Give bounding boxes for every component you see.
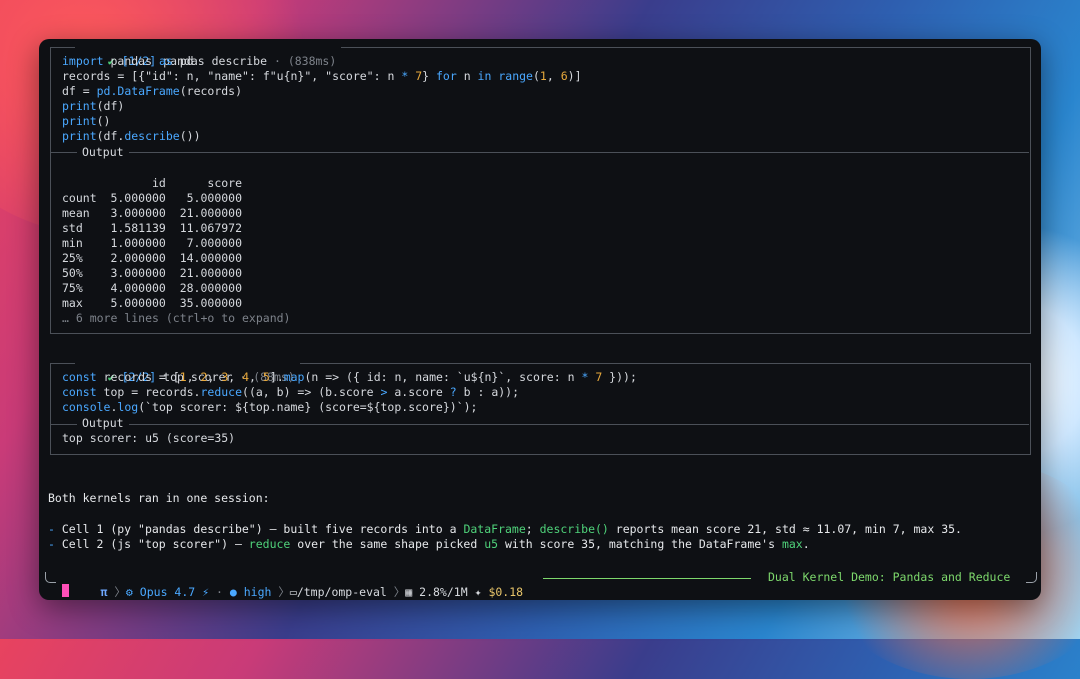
- cwd-path[interactable]: /tmp/omp-eval: [297, 585, 387, 599]
- output-line: top scorer: u5 (score=35): [62, 431, 236, 445]
- model-icon: ⚙: [125, 585, 133, 599]
- window-icon: ▦: [405, 585, 413, 599]
- output-line: count 5.000000 5.000000: [62, 191, 243, 205]
- code-line: print(df): [62, 99, 125, 113]
- output-separator: [51, 424, 1029, 425]
- wand-icon: ✦: [474, 585, 482, 599]
- session-title: Dual Kernel Demo: Pandas and Reduce: [768, 570, 1011, 584]
- summary-heading: Both kernels ran in one session:: [48, 491, 270, 505]
- output-line: 50% 3.000000 21.000000: [62, 266, 243, 280]
- code-line: const top = records.reduce((a, b) => (b.…: [62, 385, 520, 399]
- output-line: std 1.581139 11.067972: [62, 221, 243, 235]
- output-line: 75% 4.000000 28.000000: [62, 281, 243, 295]
- code-line: print(df.describe()): [62, 129, 201, 143]
- output-label: Output: [77, 145, 129, 160]
- output-separator: [51, 152, 1029, 153]
- code-line: console.log(`top scorer: ${top.name} (sc…: [62, 400, 478, 414]
- output-line: 25% 2.000000 14.000000: [62, 251, 243, 265]
- model-name[interactable]: Opus 4.7: [140, 585, 195, 599]
- frame-corner-right: [1026, 572, 1037, 583]
- code-line: df = pd.DataFrame(records): [62, 84, 243, 98]
- status-divider: [543, 578, 751, 579]
- summary-bullet: - Cell 2 (js "top scorer") — reduce over…: [48, 537, 810, 551]
- output-label: Output: [77, 416, 129, 431]
- folder-icon: ▭: [289, 585, 297, 599]
- session-cost: $0.18: [488, 585, 524, 599]
- output-line: mean 3.000000 21.000000: [62, 206, 243, 220]
- expand-hint[interactable]: … 6 more lines (ctrl+o to expand): [62, 311, 290, 326]
- code-line: records = [{"id": n, "name": f"u{n}", "s…: [62, 69, 582, 83]
- code-line: print(): [62, 114, 111, 128]
- frame-corner-left: [45, 572, 56, 583]
- effort-level[interactable]: high: [244, 585, 272, 599]
- context-usage: 2.8%/1M: [419, 585, 468, 599]
- output-line: min 1.000000 7.000000: [62, 236, 243, 250]
- status-bar: π 〉⚙ Opus 4.7 ⚡ · ● high 〉▭/tmp/omp-eval…: [45, 570, 1037, 599]
- terminal-window[interactable]: ✔ [1/2] pandas describe · (838ms) import…: [39, 39, 1041, 600]
- pi-logo-icon: π: [100, 585, 108, 599]
- summary-bullet: - Cell 1 (py "pandas describe") — built …: [48, 522, 962, 536]
- output-line: max 5.000000 35.000000: [62, 296, 243, 310]
- cell-time: (838ms): [287, 54, 337, 68]
- code-line: const records = [1, 2, 3, 4, 5].map(n =>…: [62, 370, 637, 384]
- input-cursor[interactable]: [62, 584, 69, 597]
- output-line: id score: [62, 176, 243, 190]
- code-line: import pandas as pd: [62, 54, 194, 68]
- lightning-icon: ⚡: [202, 585, 210, 599]
- effort-dot-icon: ●: [229, 585, 237, 599]
